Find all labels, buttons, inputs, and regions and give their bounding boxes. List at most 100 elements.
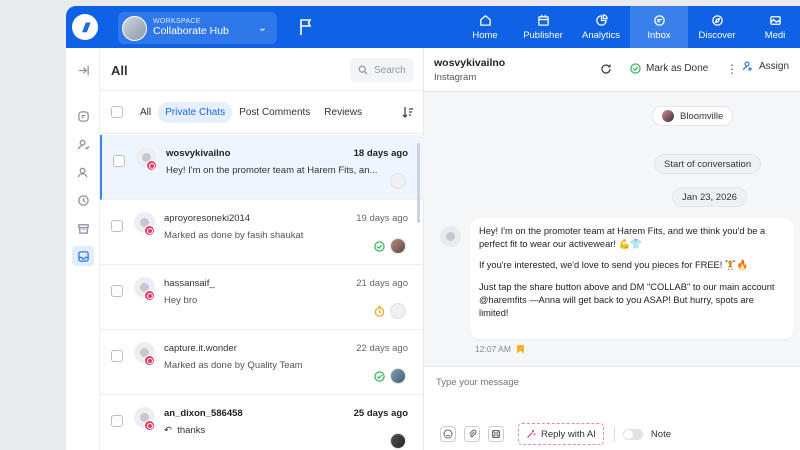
instagram-icon	[144, 225, 155, 236]
message-time: 12:07 AM	[475, 344, 524, 354]
nav-inbox[interactable]: Inbox	[630, 6, 688, 48]
row-name: wosvykivailno	[166, 148, 231, 159]
row-name: an_dixon_586458	[164, 408, 243, 419]
archive-icon[interactable]	[72, 218, 94, 238]
assignee-avatar	[390, 173, 406, 189]
nav-publisher-label: Publisher	[523, 29, 563, 41]
tab-all[interactable]: All	[133, 102, 158, 123]
row-checkbox[interactable]	[111, 220, 123, 232]
row-date: 18 days ago	[353, 148, 408, 159]
tab-reviews[interactable]: Reviews	[317, 102, 369, 123]
list-item[interactable]: hassansaif_ 21 days ago Hey bro	[100, 265, 424, 330]
mark-as-done-button[interactable]: Mark as Done	[630, 63, 708, 74]
assigned-to-me-icon[interactable]	[72, 134, 94, 154]
filter-tabs: All Private Chats Post Comments Reviews	[100, 90, 424, 134]
list-title: All	[111, 63, 128, 78]
more-options-icon[interactable]: ⋮	[726, 62, 738, 76]
flag-icon[interactable]	[298, 18, 314, 36]
assign-button[interactable]: Assign	[742, 60, 789, 72]
search-input[interactable]: Search	[350, 58, 414, 82]
nav-analytics[interactable]: Analytics	[572, 6, 630, 48]
page-name: Bloomville	[680, 110, 724, 122]
history-icon[interactable]	[72, 190, 94, 210]
collapse-sidebar-icon[interactable]	[72, 60, 94, 80]
inbox-icon	[653, 14, 665, 26]
row-name: aproyoresoneki2014	[164, 213, 251, 224]
nav-discover-label: Discover	[698, 29, 736, 41]
nav-inbox-label: Inbox	[647, 29, 671, 41]
sender-avatar	[440, 226, 461, 247]
instagram-icon	[144, 420, 155, 431]
mark-as-done-label: Mark as Done	[646, 63, 709, 74]
conversation-panel: wosvykivailno Instagram Mark as Done ⋮ A…	[424, 48, 800, 450]
row-name: hassansaif_	[164, 278, 215, 289]
contact-platform: Instagram	[434, 72, 477, 83]
tab-private-chats[interactable]: Private Chats	[158, 101, 233, 123]
calendar-icon	[537, 14, 549, 26]
page-chip: Bloomville	[652, 106, 734, 126]
chat-bubble-icon[interactable]	[72, 106, 94, 126]
conversation-header: wosvykivailno Instagram Mark as Done ⋮ A…	[424, 48, 800, 92]
assign-label: Assign	[759, 60, 790, 72]
save-icon[interactable]	[488, 426, 504, 442]
contact-name: wosvykivailno	[434, 57, 506, 69]
magic-wand-icon	[527, 430, 536, 438]
message-paragraph: Hey! I'm on the promoter team at Harem F…	[479, 226, 766, 250]
inbox-folder-icon[interactable]	[72, 246, 94, 266]
analytics-icon	[595, 13, 608, 26]
nav-home[interactable]: Home	[456, 6, 514, 48]
date-separator: Jan 23, 2026	[672, 187, 747, 207]
chevron-down-icon: ⌄	[257, 22, 267, 34]
sort-icon[interactable]	[402, 106, 414, 118]
nav-discover[interactable]: Discover	[688, 6, 746, 48]
top-bar: /// WORKSPACE Collaborate Hub ⌄ Home Pub…	[66, 6, 800, 48]
instagram-icon	[144, 290, 155, 301]
message-input[interactable]	[436, 377, 776, 388]
reply-with-ai-button[interactable]: Reply with AI	[518, 423, 604, 445]
row-snippet: ↶ thanks	[164, 425, 205, 436]
nav-media[interactable]: Medi	[746, 6, 800, 48]
list-scrollbar[interactable]	[417, 143, 420, 223]
message-composer: Reply with AI Note	[424, 366, 800, 450]
search-placeholder: Search	[374, 64, 406, 76]
row-date: 19 days ago	[356, 213, 408, 224]
list-item[interactable]: aproyoresoneki2014 19 days ago Marked as…	[100, 200, 424, 265]
row-checkbox[interactable]	[111, 415, 123, 427]
logo-icon[interactable]: ///	[72, 14, 98, 40]
workspace-switcher[interactable]: WORKSPACE Collaborate Hub ⌄	[118, 12, 277, 44]
refresh-icon[interactable]	[600, 63, 612, 75]
start-of-conversation-label: Start of conversation	[654, 154, 762, 174]
list-item[interactable]: wosvykivailno 18 days ago Hey! I'm on th…	[100, 135, 424, 200]
note-toggle[interactable]	[622, 428, 643, 440]
row-snippet: Hey! I'm on the promoter team at Harem F…	[166, 165, 378, 176]
done-check-icon	[374, 370, 385, 382]
tab-post-comments[interactable]: Post Comments	[232, 102, 317, 123]
list-item[interactable]: an_dixon_586458 25 days ago ↶ thanks	[100, 395, 424, 450]
row-checkbox[interactable]	[111, 285, 123, 297]
nav-publisher[interactable]: Publisher	[514, 6, 572, 48]
compass-icon	[711, 14, 723, 26]
snooze-timer-icon	[374, 305, 385, 317]
message-timestamp: 12:07 AM	[475, 344, 511, 354]
row-date: 22 days ago	[356, 343, 408, 354]
emoji-icon[interactable]	[440, 426, 456, 442]
app-window: /// WORKSPACE Collaborate Hub ⌄ Home Pub…	[66, 6, 800, 450]
message-paragraph: Just tap the share button above and DM "…	[479, 281, 775, 318]
workspace-label: WORKSPACE	[153, 18, 201, 26]
row-checkbox[interactable]	[113, 155, 125, 167]
workspace-name: Collaborate Hub	[153, 25, 229, 38]
list-item[interactable]: capture.it.wonder 22 days ago Marked as …	[100, 330, 424, 395]
attachment-icon[interactable]	[464, 426, 480, 442]
assignee-avatar	[390, 368, 406, 384]
assign-user-icon	[742, 61, 752, 71]
divider	[613, 426, 615, 442]
workspace-avatar	[122, 15, 147, 41]
bookmark-icon[interactable]	[516, 344, 524, 354]
row-checkbox[interactable]	[111, 350, 123, 362]
assignee-avatar	[390, 433, 406, 449]
team-icon[interactable]	[72, 162, 94, 182]
conversation-rows: wosvykivailno 18 days ago Hey! I'm on th…	[100, 135, 424, 450]
row-snippet: Marked as done by Quality Team	[164, 360, 303, 371]
select-all-checkbox[interactable]	[111, 106, 123, 118]
logo-mark: ///	[82, 19, 90, 35]
